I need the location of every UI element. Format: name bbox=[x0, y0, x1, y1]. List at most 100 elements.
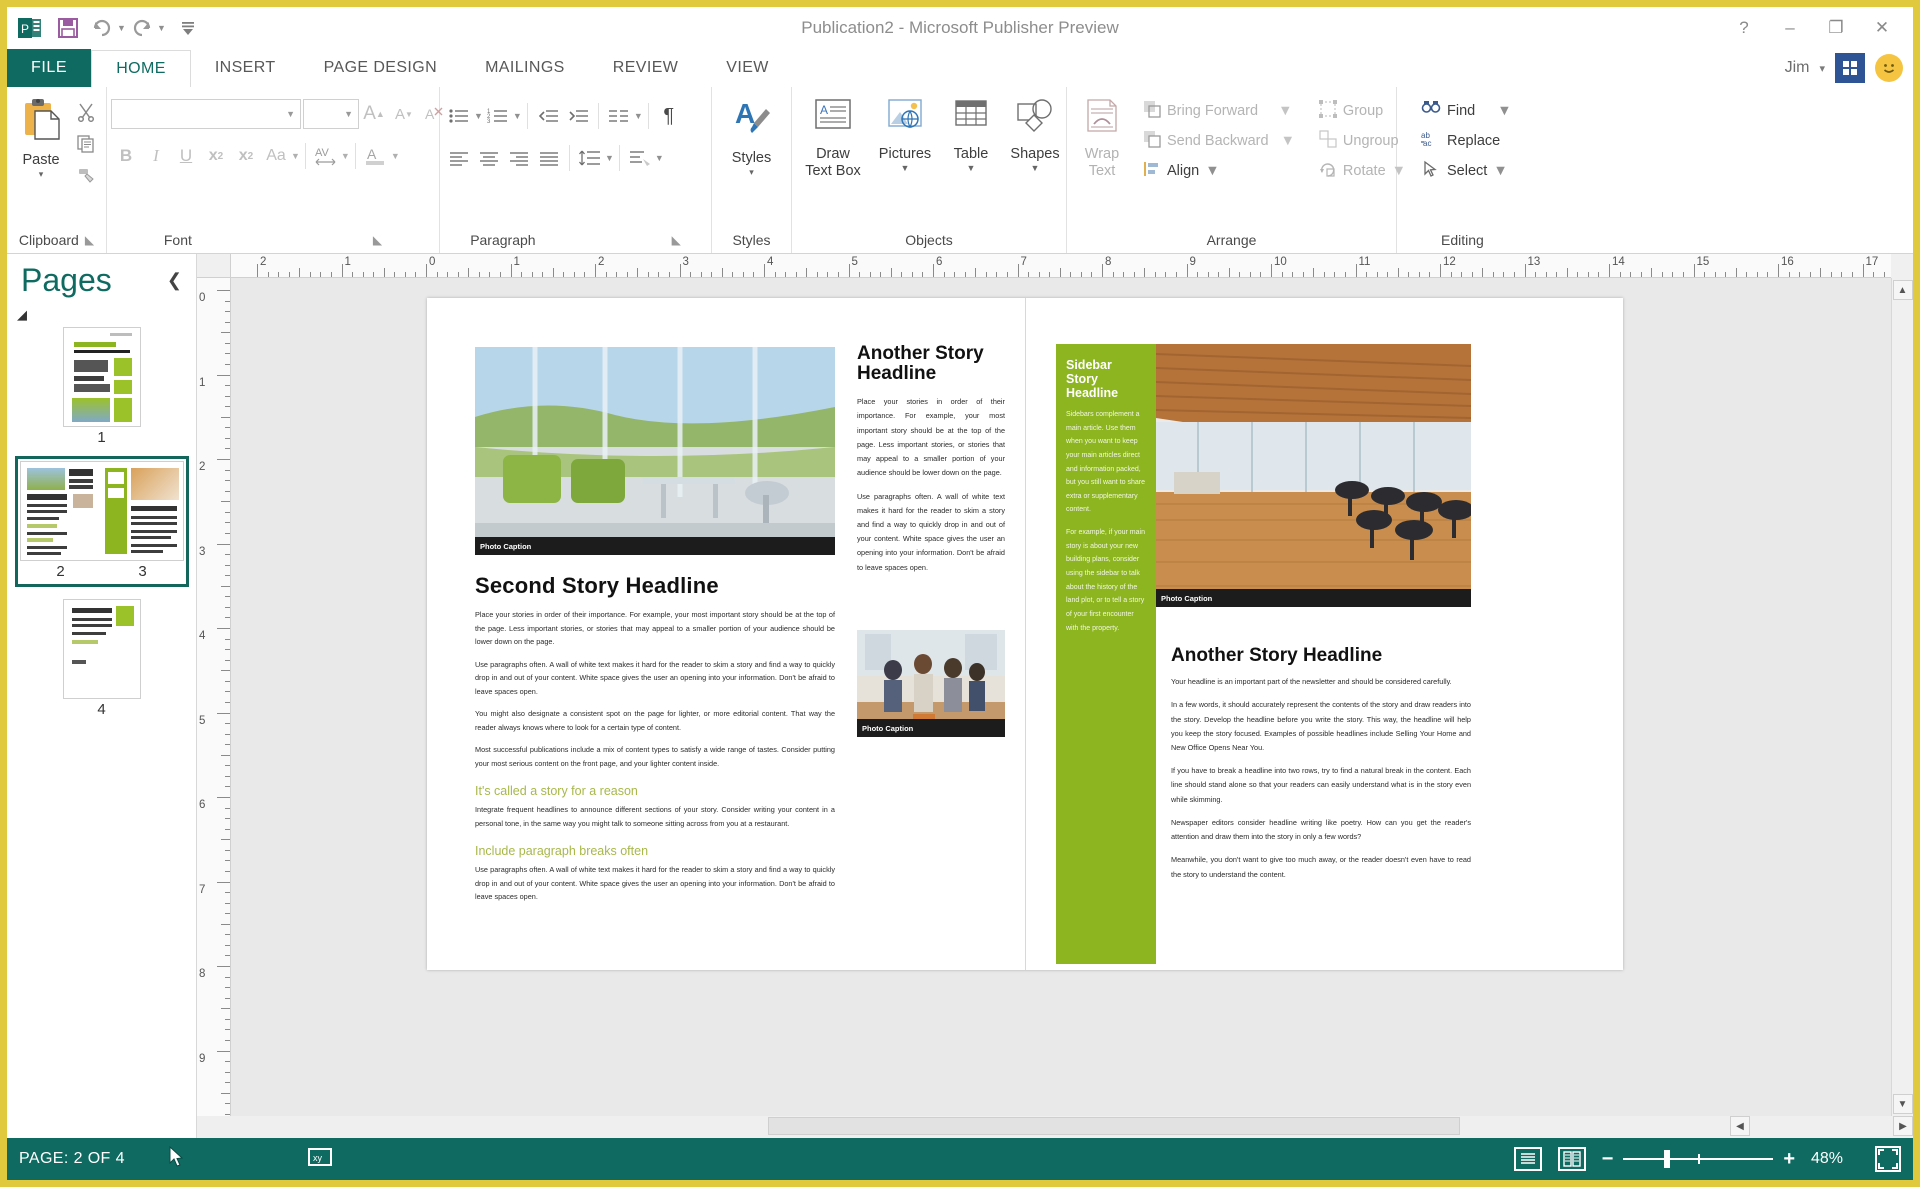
change-case-button[interactable]: Aa bbox=[261, 141, 291, 171]
grow-font-icon[interactable]: A ▲ bbox=[359, 99, 389, 129]
line-spacing-icon[interactable] bbox=[575, 143, 605, 173]
font-color-icon[interactable]: A bbox=[361, 141, 391, 171]
tab-page-design[interactable]: PAGE DESIGN bbox=[300, 49, 461, 87]
sidebar-paragraph-2[interactable]: For example, if your main story is about… bbox=[1056, 517, 1156, 635]
left-paragraph-4[interactable]: Most successful publications include a m… bbox=[475, 743, 835, 770]
styles-button[interactable]: A Styles ▾ bbox=[722, 91, 782, 177]
scroll-right-arrow-icon[interactable]: ▶ bbox=[1893, 1116, 1913, 1136]
increase-indent-icon[interactable] bbox=[563, 101, 593, 131]
subhead-paragraph-breaks[interactable]: Include paragraph breaks often bbox=[475, 844, 835, 858]
subscript-button[interactable]: x2 bbox=[201, 141, 231, 171]
chevron-down-icon[interactable]: ▼ bbox=[901, 163, 910, 173]
page-thumbnail-4[interactable]: 4 bbox=[62, 599, 141, 724]
secondary-photo[interactable]: Photo Caption bbox=[857, 630, 1005, 737]
bold-button[interactable]: B bbox=[111, 141, 141, 171]
document-page-3[interactable]: Sidebar Story Headline Sidebars compleme… bbox=[1025, 298, 1623, 970]
minimize-icon[interactable]: – bbox=[1767, 11, 1813, 45]
share-badge-icon[interactable] bbox=[1835, 53, 1865, 83]
main-photo[interactable]: Photo Caption bbox=[475, 347, 835, 555]
fit-to-window-icon[interactable] bbox=[1875, 1146, 1901, 1172]
account-name[interactable]: Jim bbox=[1785, 59, 1810, 77]
zoom-in-button[interactable]: + bbox=[1783, 1148, 1795, 1171]
horizontal-ruler[interactable]: 210123456789101112131415161718 bbox=[231, 254, 1891, 278]
save-icon[interactable] bbox=[49, 11, 87, 45]
cut-icon[interactable] bbox=[71, 97, 101, 127]
shapes-button[interactable]: Shapes ▼ bbox=[1002, 91, 1068, 173]
chevron-left-icon[interactable]: ❮ bbox=[167, 270, 182, 291]
select-button[interactable]: Select ▼ bbox=[1415, 157, 1518, 185]
help-icon[interactable]: ? bbox=[1721, 11, 1767, 45]
copy-icon[interactable] bbox=[71, 129, 101, 159]
bring-forward-button[interactable]: Bring Forward ▼ bbox=[1137, 97, 1301, 125]
table-button[interactable]: Table ▼ bbox=[940, 91, 1002, 173]
left-paragraph-2[interactable]: Use paragraphs often. A wall of white te… bbox=[475, 658, 835, 698]
horizontal-scrollbar[interactable]: ◀ ▶ bbox=[197, 1116, 1913, 1138]
align-center-icon[interactable] bbox=[474, 143, 504, 173]
underline-button[interactable]: U bbox=[171, 141, 201, 171]
font-dialog-launcher[interactable]: ◣ bbox=[373, 233, 382, 247]
pictures-button[interactable]: Pictures ▼ bbox=[870, 91, 940, 173]
page-thumbnail-1[interactable]: 1 bbox=[62, 327, 141, 452]
single-page-view-icon[interactable] bbox=[1513, 1147, 1542, 1171]
scroll-down-arrow-icon[interactable]: ▼ bbox=[1892, 1094, 1913, 1114]
clipboard-dialog-launcher[interactable]: ◣ bbox=[85, 233, 94, 247]
paragraph-dialog-launcher[interactable]: ◣ bbox=[672, 233, 681, 247]
draw-text-box-button[interactable]: A Draw Text Box bbox=[796, 91, 870, 179]
text-direction-icon[interactable] bbox=[625, 143, 655, 173]
font-size-input[interactable]: ▼ bbox=[303, 99, 359, 129]
right-paragraph-3[interactable]: If you have to break a headline into two… bbox=[1171, 764, 1471, 807]
chevron-down-icon[interactable]: ▾ bbox=[39, 169, 44, 179]
italic-button[interactable]: I bbox=[141, 141, 171, 171]
vertical-scrollbar[interactable]: ▲ ▼ bbox=[1891, 278, 1913, 1116]
character-spacing-icon[interactable]: AV bbox=[311, 141, 341, 171]
feedback-smiley-icon[interactable] bbox=[1875, 54, 1903, 82]
show-paragraph-marks-icon[interactable]: ¶ bbox=[654, 101, 684, 131]
right-paragraph-2[interactable]: In a few words, it should accurately rep… bbox=[1171, 698, 1471, 755]
right-story-headline[interactable]: Another Story Headline bbox=[1171, 645, 1471, 666]
superscript-button[interactable]: x2 bbox=[231, 141, 261, 171]
sidebar-paragraph-1[interactable]: Sidebars complement a main article. Use … bbox=[1056, 400, 1156, 517]
chevron-down-icon[interactable]: ▼ bbox=[1031, 163, 1040, 173]
two-page-spread-view-icon[interactable] bbox=[1557, 1147, 1586, 1171]
another-story-headline-col2[interactable]: Another Story Headline bbox=[857, 343, 1005, 384]
right-paragraph-1[interactable]: Your headline is an important part of th… bbox=[1171, 675, 1471, 689]
send-backward-button[interactable]: Send Backward ▼ bbox=[1137, 127, 1301, 155]
sidebar-story-box[interactable]: Sidebar Story Headline Sidebars compleme… bbox=[1056, 344, 1156, 964]
columns-icon[interactable] bbox=[604, 101, 634, 131]
chevron-down-icon[interactable]: ▾ bbox=[749, 167, 754, 177]
chevron-down-icon[interactable]: ▼ bbox=[967, 163, 976, 173]
vertical-ruler[interactable]: 012345678910 bbox=[197, 278, 231, 1116]
format-painter-icon[interactable] bbox=[71, 161, 101, 191]
redo-icon[interactable]: ▼ bbox=[129, 11, 167, 45]
interior-photo[interactable]: Photo Caption bbox=[1156, 344, 1471, 607]
font-name-input[interactable]: ▼ bbox=[111, 99, 301, 129]
document-page-2[interactable]: Photo Caption Second Story Headline Plac… bbox=[427, 298, 1025, 970]
col2-paragraph-2[interactable]: Use paragraphs often. A wall of white te… bbox=[857, 490, 1005, 575]
col2-paragraph-1[interactable]: Place your stories in order of their imp… bbox=[857, 395, 1005, 480]
tab-mailings[interactable]: MAILINGS bbox=[461, 49, 589, 87]
align-left-icon[interactable] bbox=[444, 143, 474, 173]
left-paragraph-1[interactable]: Place your stories in order of their imp… bbox=[475, 608, 835, 648]
shrink-font-icon[interactable]: A ▼ bbox=[389, 99, 419, 129]
left-paragraph-3[interactable]: You might also designate a consistent sp… bbox=[475, 707, 835, 734]
paste-button[interactable]: Paste ▾ bbox=[11, 91, 71, 179]
bullets-icon[interactable] bbox=[444, 101, 474, 131]
zoom-out-button[interactable]: − bbox=[1602, 1148, 1614, 1171]
replace-button[interactable]: ab ac Replace bbox=[1415, 127, 1518, 155]
numbering-icon[interactable]: 1 2 3 bbox=[483, 101, 513, 131]
tab-review[interactable]: REVIEW bbox=[589, 49, 703, 87]
subhead1-body[interactable]: Integrate frequent headlines to announce… bbox=[475, 803, 835, 830]
align-button[interactable]: Align ▼ bbox=[1137, 157, 1301, 185]
page-thumbnail-2-3[interactable]: 2 3 bbox=[14, 456, 189, 587]
triangle-collapse-icon[interactable]: ◢ bbox=[7, 301, 196, 327]
tab-insert[interactable]: INSERT bbox=[191, 49, 300, 87]
find-button[interactable]: Find ▼ bbox=[1415, 97, 1518, 125]
chevron-down-icon[interactable]: ▾ bbox=[1819, 62, 1825, 75]
zoom-level-label[interactable]: 48% bbox=[1811, 1150, 1859, 1168]
sidebar-story-headline[interactable]: Sidebar Story Headline bbox=[1056, 344, 1156, 400]
hscroll-track[interactable] bbox=[396, 1116, 1726, 1138]
second-story-headline[interactable]: Second Story Headline bbox=[475, 574, 835, 598]
tab-home[interactable]: HOME bbox=[91, 50, 191, 88]
zoom-track[interactable] bbox=[1623, 1150, 1774, 1168]
page-indicator[interactable]: PAGE: 2 OF 4 bbox=[19, 1150, 125, 1168]
